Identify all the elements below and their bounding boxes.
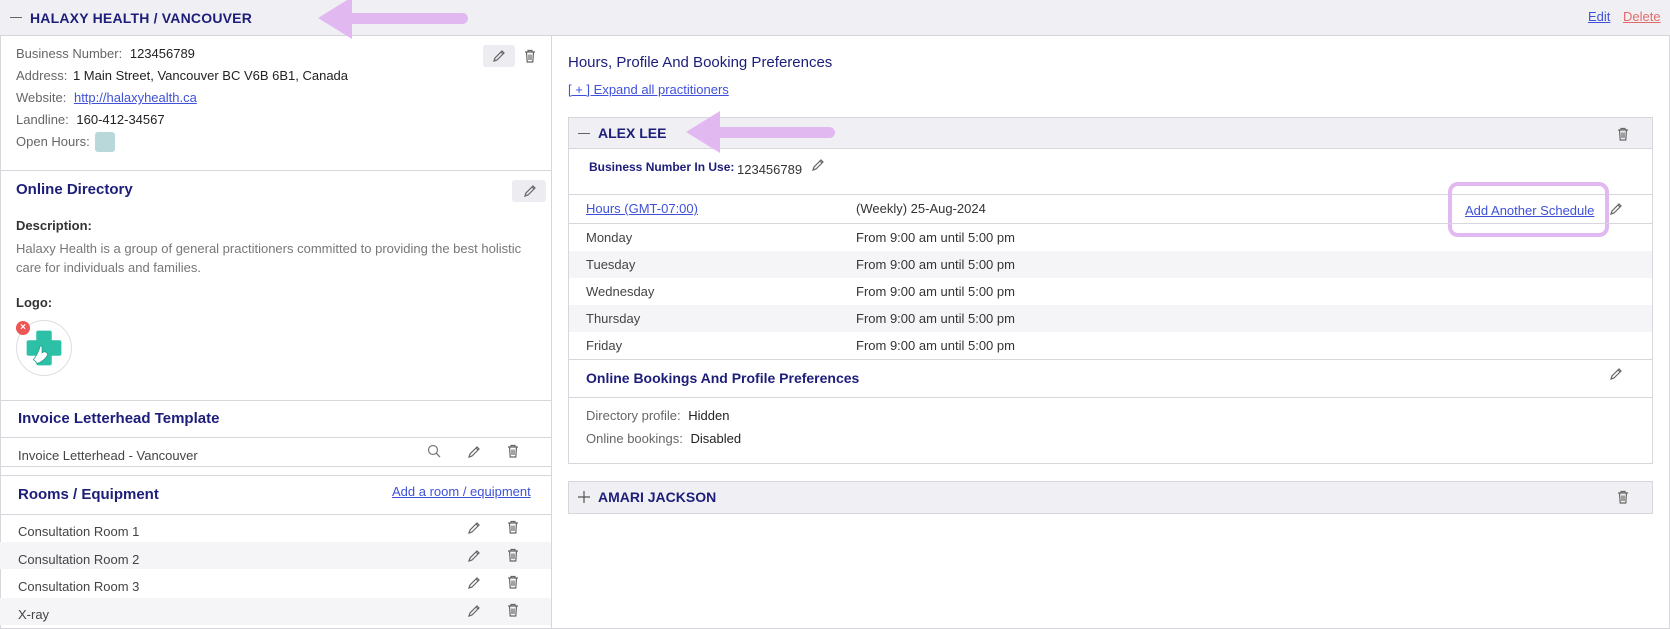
divider	[0, 514, 551, 515]
room-item: X-ray	[18, 607, 50, 622]
divider	[569, 397, 1652, 398]
trash-icon[interactable]	[505, 519, 521, 535]
directory-profile-label: Directory profile:	[586, 408, 681, 423]
day-label: Thursday	[586, 311, 641, 326]
row-stripe	[569, 251, 1652, 278]
landline-row: Landline: 160-412-34567	[16, 112, 165, 127]
online-bookings-label: Online bookings:	[586, 431, 683, 446]
remove-logo-icon[interactable]: ×	[16, 321, 30, 335]
collapse-icon[interactable]	[578, 133, 590, 134]
pencil-icon[interactable]	[810, 157, 826, 173]
schedule-date: (Weekly) 25-Aug-2024	[856, 201, 986, 216]
description-line-2: care for individuals and families.	[16, 260, 201, 275]
room-item: Consultation Room 3	[18, 579, 140, 594]
divider	[569, 223, 1652, 224]
divider	[0, 437, 551, 438]
landline-label: Landline:	[16, 112, 69, 127]
pencil-icon[interactable]	[1608, 366, 1624, 382]
business-number-value: 123456789	[129, 46, 195, 61]
business-number-label: Business Number:	[16, 46, 123, 61]
trash-icon[interactable]	[505, 443, 521, 459]
location-title: HALAXY HEALTH / VANCOUVER	[30, 10, 253, 26]
address-value: 1 Main Street, Vancouver BC V6B 6B1, Can…	[72, 68, 349, 83]
open-hours-swatch[interactable]	[95, 132, 115, 152]
open-hours-label: Open Hours:	[16, 134, 90, 149]
invoice-item: Invoice Letterhead - Vancouver	[18, 448, 198, 463]
hours-panel-title: Hours, Profile And Booking Preferences	[568, 54, 833, 71]
address-label: Address:	[16, 68, 68, 83]
trash-icon[interactable]	[505, 574, 521, 590]
business-number-in-use-value: 123456789	[737, 162, 803, 177]
location-header: HALAXY HEALTH / VANCOUVER Edit Delete	[0, 0, 1670, 36]
day-label: Wednesday	[586, 284, 655, 299]
day-hours: From 9:00 am until 5:00 pm	[856, 311, 1015, 326]
website-label: Website:	[16, 90, 67, 105]
day-label: Friday	[586, 338, 623, 353]
pencil-icon	[491, 48, 507, 64]
open-hours-row: Open Hours:	[16, 134, 90, 149]
expand-plus-icon[interactable]	[576, 489, 592, 505]
divider	[569, 359, 1652, 360]
description-label: Description:	[16, 218, 92, 233]
column-divider	[551, 36, 552, 629]
pencil-icon[interactable]	[466, 603, 482, 619]
collapse-icon[interactable]	[10, 17, 22, 18]
expand-all-link[interactable]: [ + ] Expand all practitioners	[568, 82, 729, 97]
hours-timezone-link[interactable]: Hours (GMT-07:00)	[586, 201, 698, 216]
online-bookings-row: Online bookings: Disabled	[586, 431, 741, 446]
practitioner-name: ALEX LEE	[598, 125, 667, 141]
pencil-icon[interactable]	[466, 520, 482, 536]
annotation-highlight	[1448, 182, 1609, 237]
divider	[0, 475, 551, 476]
practitioner-name: AMARI JACKSON	[598, 489, 717, 505]
directory-profile-row: Directory profile: Hidden	[586, 408, 729, 423]
day-label: Monday	[586, 230, 633, 245]
delete-link[interactable]: Delete	[1623, 9, 1661, 24]
trash-icon[interactable]	[522, 48, 538, 64]
invoice-title: Invoice Letterhead Template	[18, 410, 220, 427]
trash-icon[interactable]	[1615, 489, 1631, 505]
day-hours: From 9:00 am until 5:00 pm	[856, 230, 1015, 245]
prefs-title: Online Bookings And Profile Preferences	[586, 370, 860, 386]
pencil-icon[interactable]	[466, 575, 482, 591]
room-item: Consultation Room 1	[18, 524, 140, 539]
day-hours: From 9:00 am until 5:00 pm	[856, 257, 1015, 272]
day-hours: From 9:00 am until 5:00 pm	[856, 338, 1015, 353]
website-row: Website: http://halaxyhealth.ca	[16, 90, 197, 105]
row-stripe	[569, 305, 1652, 332]
day-hours: From 9:00 am until 5:00 pm	[856, 284, 1015, 299]
pencil-icon[interactable]	[466, 444, 482, 460]
search-icon[interactable]	[426, 443, 442, 459]
logo-label: Logo:	[16, 295, 53, 310]
edit-business-button[interactable]	[483, 45, 515, 67]
pencil-icon[interactable]	[466, 548, 482, 564]
trash-icon[interactable]	[505, 602, 521, 618]
rooms-title: Rooms / Equipment	[18, 486, 159, 503]
edit-link[interactable]: Edit	[1588, 9, 1610, 24]
pencil-icon[interactable]	[1608, 201, 1624, 217]
online-directory-title: Online Directory	[16, 181, 133, 198]
description-line-1: Halaxy Health is a group of general prac…	[16, 241, 522, 256]
trash-icon[interactable]	[505, 547, 521, 563]
practitioner-card[interactable]	[568, 481, 1653, 514]
add-room-link[interactable]: Add a room / equipment	[392, 484, 531, 499]
divider	[0, 400, 551, 401]
online-bookings-value: Disabled	[690, 431, 742, 446]
landline-value: 160-412-34567	[76, 112, 165, 127]
divider	[0, 466, 551, 467]
day-label: Tuesday	[586, 257, 636, 272]
directory-profile-value: Hidden	[688, 408, 730, 423]
trash-icon[interactable]	[1615, 126, 1631, 142]
room-item: Consultation Room 2	[18, 552, 140, 567]
pencil-icon	[522, 183, 538, 199]
website-link[interactable]: http://halaxyhealth.ca	[74, 90, 197, 105]
business-number-row: Business Number: 123456789	[16, 46, 195, 61]
business-number-in-use-label: Business Number In Use:	[589, 160, 735, 174]
address-row: Address: 1 Main Street, Vancouver BC V6B…	[16, 68, 348, 83]
edit-directory-button[interactable]	[512, 180, 546, 202]
divider	[0, 170, 551, 171]
